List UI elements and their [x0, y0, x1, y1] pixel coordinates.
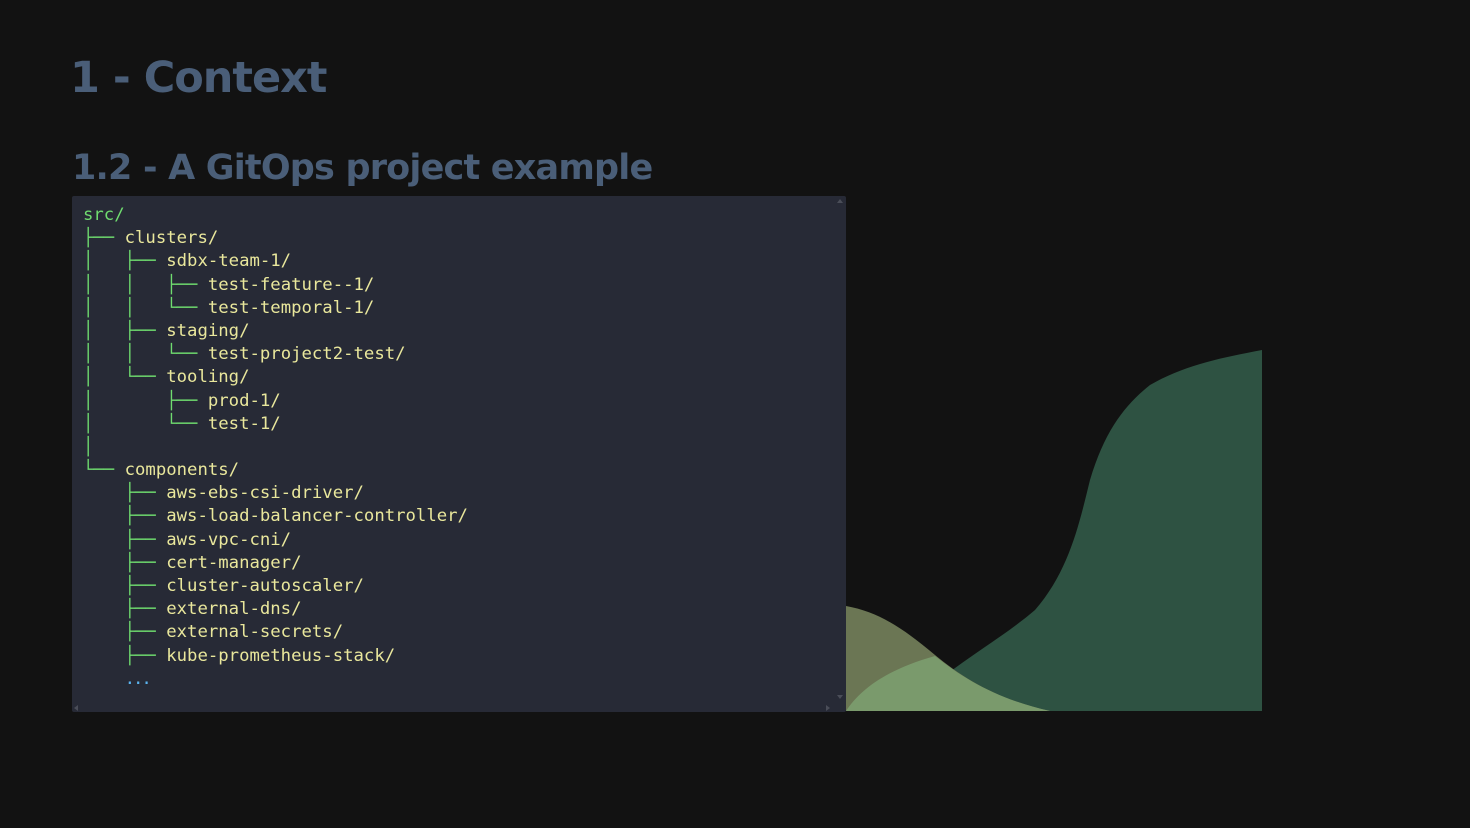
- wave-olive: [846, 606, 1050, 711]
- scroll-left-arrow-icon[interactable]: [74, 705, 78, 711]
- tree-entry-name: clusters/: [124, 228, 219, 249]
- code-line: ├── clusters/: [83, 227, 468, 250]
- code-line: ├── cert-manager/: [83, 552, 468, 575]
- tree-branch: ├──: [83, 483, 167, 504]
- tree-branch: ├──: [83, 228, 125, 249]
- code-line: │ └── tooling/: [83, 366, 468, 389]
- tree-entry-name: test-temporal-1/: [207, 297, 375, 318]
- tree-branch: ├──: [83, 645, 167, 666]
- slide-subtitle: 1.2 - A GitOps project example: [72, 148, 653, 188]
- code-line: src/: [83, 204, 468, 227]
- code-line: ├── aws-ebs-csi-driver/: [83, 482, 468, 505]
- code-block[interactable]: src/├── clusters/│ ├── sdbx-team-1/│ │ ├…: [72, 196, 846, 712]
- tree-entry-name: aws-vpc-cni/: [166, 529, 292, 550]
- code-line: │ │ └── test-temporal-1/: [83, 297, 468, 320]
- tree-entry-name: external-dns/: [166, 599, 302, 620]
- code-line: │ │ └── test-project2-test/: [83, 343, 468, 366]
- tree-entry-name: tooling/: [166, 367, 250, 388]
- scroll-up-arrow-icon[interactable]: [837, 199, 843, 203]
- code-line: │: [83, 436, 468, 459]
- code-line: ...: [83, 668, 468, 691]
- code-line: │ ├── prod-1/: [83, 390, 468, 413]
- tree-branch: │ └──: [83, 413, 208, 434]
- tree-branch: │ ├──: [83, 390, 208, 411]
- tree-branch: ├──: [83, 552, 167, 573]
- tree-branch: │ │ └──: [83, 344, 208, 365]
- tree-entry-name: kube-prometheus-stack/: [166, 645, 396, 666]
- tree-entry-name: test-feature--1/: [207, 274, 375, 295]
- tree-branch: │ ├──: [83, 251, 167, 272]
- tree-branch: │ │ ├──: [83, 274, 208, 295]
- code-line: │ │ ├── test-feature--1/: [83, 274, 468, 297]
- code-line: │ └── test-1/: [83, 413, 468, 436]
- scroll-right-arrow-icon[interactable]: [826, 705, 830, 711]
- tree-entry-name: prod-1/: [207, 390, 281, 411]
- code-line: │ ├── staging/: [83, 320, 468, 343]
- tree-branch: ├──: [83, 576, 167, 596]
- tree-entry-name: components/: [124, 460, 240, 481]
- code-line: │ ├── sdbx-team-1/: [83, 250, 468, 273]
- tree-branch: ├──: [83, 506, 167, 527]
- tree-branch: │ ├──: [83, 320, 167, 341]
- code-line: ├── external-secrets/: [83, 621, 468, 644]
- tree-entry-name: src/: [83, 205, 125, 225]
- code-line: ├── aws-vpc-cni/: [83, 529, 468, 552]
- code-line: ├── aws-load-balancer-controller/: [83, 505, 468, 528]
- tree-branch: ├──: [83, 599, 167, 620]
- tree-branch: │: [83, 436, 94, 457]
- tree-branch: ├──: [83, 529, 167, 550]
- tree-entry-name: cert-manager/: [166, 552, 302, 573]
- code-line: ├── kube-prometheus-stack/: [83, 645, 468, 668]
- tree-entry-name: aws-ebs-csi-driver/: [166, 483, 364, 504]
- tree-entry-name: external-secrets/: [166, 622, 344, 643]
- tree-branch: │ │ └──: [83, 297, 208, 318]
- tree-entry-name: test-project2-test/: [207, 344, 406, 365]
- tree-entry-name: test-1/: [207, 413, 281, 434]
- tree-branch: [83, 669, 125, 689]
- tree-entry-name: cluster-autoscaler/: [166, 576, 364, 596]
- tree-entry-name: staging/: [166, 320, 250, 341]
- scroll-down-arrow-icon[interactable]: [837, 695, 843, 699]
- code-line: ├── cluster-autoscaler/: [83, 575, 468, 598]
- wave-light-green: [846, 656, 1050, 711]
- tree-entry-name: aws-load-balancer-controller/: [166, 506, 468, 527]
- tree-branch: └──: [83, 460, 125, 481]
- tree-branch: │ └──: [83, 367, 167, 388]
- code-line: └── components/: [83, 459, 468, 482]
- tree-branch: ├──: [83, 622, 167, 643]
- ellipsis-more: ...: [124, 668, 152, 689]
- wave-dark-green: [900, 350, 1262, 711]
- slide-title: 1 - Context: [70, 53, 327, 103]
- code-line: ├── external-dns/: [83, 598, 468, 621]
- tree-entry-name: sdbx-team-1/: [166, 251, 292, 272]
- slide: 1 - Context 1.2 - A GitOps project examp…: [0, 0, 1470, 828]
- directory-tree: src/├── clusters/│ ├── sdbx-team-1/│ │ ├…: [83, 204, 468, 691]
